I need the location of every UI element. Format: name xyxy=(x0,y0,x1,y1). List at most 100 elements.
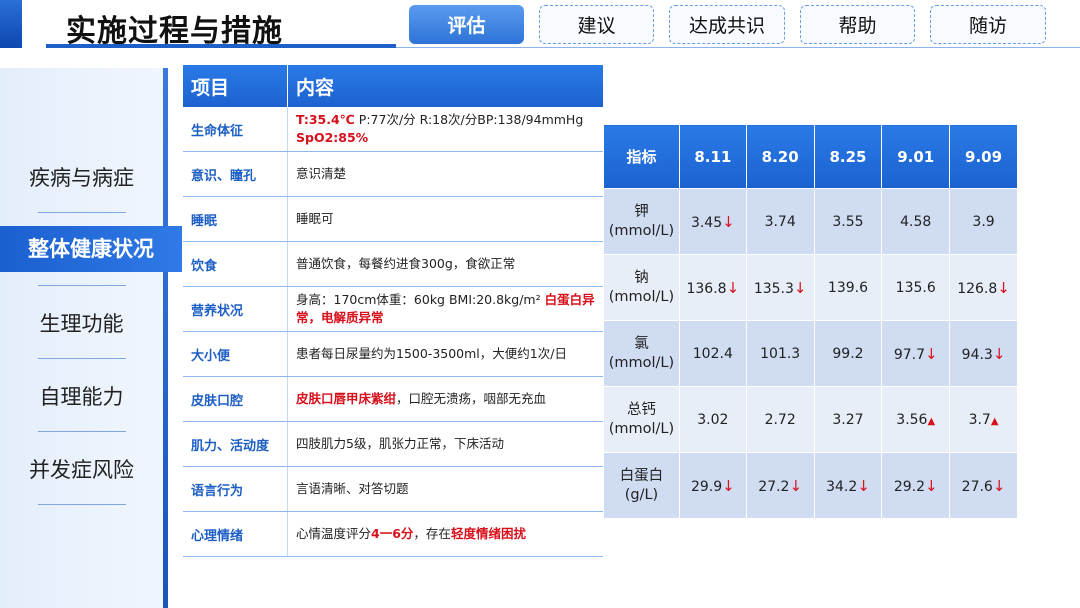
tab-help[interactable]: 帮助 xyxy=(800,5,915,44)
arrow-down-icon: ↓ xyxy=(997,278,1010,297)
lab-value: 99.2 xyxy=(832,345,864,362)
sidebar-divider xyxy=(38,358,126,359)
arrow-down-icon: ↓ xyxy=(992,476,1006,495)
row-content-text: 四肢肌力5级，肌张力正常，下床活动 xyxy=(296,435,504,453)
lab-value: 27.2 xyxy=(758,478,790,495)
lab-value-cell: 29.9↓ xyxy=(678,452,747,519)
sidebar-edge xyxy=(163,68,168,608)
lab-value-cell: 101.3 xyxy=(745,320,815,387)
row-content-text: T:35.4℃ P:77次/分 R:18次/分BP:138/94mmHg SpO… xyxy=(296,111,597,147)
row-content-text: 普通饮食，每餐约进食300g，食欲正常 xyxy=(296,255,515,273)
lab-indicator-name: 钠 xyxy=(634,269,649,286)
lab-value-cell: 27.2↓ xyxy=(745,452,815,519)
normal-text: P:77次/分 R:18次/分BP:138/94mmHg xyxy=(354,112,584,127)
lab-value-cell: 34.2↓ xyxy=(813,452,883,519)
row-content: 四肢肌力5级，肌张力正常，下床活动 xyxy=(288,422,603,466)
row-label: 饮食 xyxy=(183,242,288,286)
lab-value: 3.55 xyxy=(832,213,864,230)
lab-value: 139.6 xyxy=(827,279,869,296)
arrow-down-icon: ↓ xyxy=(925,344,938,363)
lab-value-cell: 94.3↓ xyxy=(949,320,1018,387)
column-header-item: 项目 xyxy=(183,65,288,107)
lab-indicator-name: 钾 xyxy=(634,203,649,220)
tab-consensus[interactable]: 达成共识 xyxy=(669,5,785,44)
arrow-down-icon: ↓ xyxy=(722,476,735,495)
lab-value: 135.3 xyxy=(753,280,794,297)
row-label: 生命体征 xyxy=(183,107,288,151)
table-row: 钾 (mmol/L) 3.45↓ 3.74 3.55 4.58 3.9 xyxy=(603,188,1018,255)
lab-indicator-unit: (mmol/L) xyxy=(608,222,675,239)
row-label: 皮肤口腔 xyxy=(183,377,288,421)
row-content: 睡眠可 xyxy=(288,197,603,241)
arrow-down-icon: ↓ xyxy=(925,476,938,495)
normal-text: 身高：170cm体重：60kg BMI:20.8kg/m² xyxy=(296,292,545,307)
normal-text: 患者每日尿量约为1500-3500ml，大便约1次/日 xyxy=(296,346,567,361)
lab-value-cell: 27.6↓ xyxy=(949,452,1018,519)
lab-value: 27.6 xyxy=(961,478,993,495)
lab-indicator-unit: (g/L) xyxy=(624,486,659,503)
lab-value-cell: 3.02 xyxy=(678,386,747,453)
row-content-text: 睡眠可 xyxy=(296,210,334,228)
row-content-text: 身高：170cm体重：60kg BMI:20.8kg/m² 白蛋白异常，电解质异… xyxy=(296,291,597,327)
abnormal-text: T:35.4℃ xyxy=(296,112,355,127)
tab-suggestion[interactable]: 建议 xyxy=(539,5,654,44)
assessment-table: 项目 内容 生命体征 T:35.4℃ P:77次/分 R:18次/分BP:138/… xyxy=(183,65,603,557)
abnormal-text: SpO2:85% xyxy=(296,130,369,145)
lab-value-cell: 3.9 xyxy=(949,188,1018,255)
sidebar-item-physiology[interactable]: 生理功能 xyxy=(0,308,163,338)
lab-value: 135.6 xyxy=(895,279,936,296)
lab-value-cell: 136.8↓ xyxy=(678,254,747,321)
column-header-date: 8.20 xyxy=(745,124,815,189)
row-content: 身高：170cm体重：60kg BMI:20.8kg/m² 白蛋白异常，电解质异… xyxy=(288,287,603,331)
table-row: 睡眠 睡眠可 xyxy=(183,197,603,242)
lab-value: 126.8 xyxy=(957,280,998,297)
table-row: 饮食 普通饮食，每餐约进食300g，食欲正常 xyxy=(183,242,603,287)
lab-value: 3.56 xyxy=(896,411,928,428)
triangle-up-icon: ▲ xyxy=(927,415,936,427)
column-header-date: 9.01 xyxy=(881,124,951,189)
lab-value-cell: 3.7▲ xyxy=(949,386,1018,453)
lab-value-cell: 3.56▲ xyxy=(881,386,951,453)
arrow-down-icon: ↓ xyxy=(789,476,803,495)
lab-value-cell: 2.72 xyxy=(745,386,815,453)
column-header-date: 9.09 xyxy=(949,124,1018,189)
lab-indicator-cell: 氯 (mmol/L) xyxy=(603,320,680,387)
title-underline xyxy=(46,44,396,48)
tab-followup[interactable]: 随访 xyxy=(930,5,1046,44)
normal-text: 言语清晰、对答切题 xyxy=(296,481,409,496)
column-header-date: 8.11 xyxy=(678,124,747,189)
lab-value-cell: 139.6 xyxy=(813,254,883,321)
row-content-text: 意识清楚 xyxy=(296,165,346,183)
lab-value: 101.3 xyxy=(760,345,801,362)
lab-indicator-unit: (mmol/L) xyxy=(608,288,675,305)
sidebar-item-overall-health[interactable]: 整体健康状况 xyxy=(0,226,182,272)
lab-value: 97.7 xyxy=(893,346,926,363)
sidebar-item-complication-risk[interactable]: 并发症风险 xyxy=(0,454,163,484)
sidebar-item-diseases[interactable]: 疾病与病症 xyxy=(0,162,163,192)
arrow-down-icon: ↓ xyxy=(992,344,1006,363)
table-row: 营养状况 身高：170cm体重：60kg BMI:20.8kg/m² 白蛋白异常，… xyxy=(183,287,603,332)
sidebar xyxy=(0,68,168,608)
table-row: 心理情绪 心情温度评分4一6分，存在轻度情绪困扰 xyxy=(183,512,603,557)
lab-indicator-cell: 白蛋白 (g/L) xyxy=(603,452,680,519)
lab-indicator-unit: (mmol/L) xyxy=(608,354,675,371)
tab-assessment[interactable]: 评估 xyxy=(409,5,524,44)
assessment-table-header: 项目 内容 xyxy=(183,65,603,107)
column-header-content: 内容 xyxy=(296,76,335,99)
table-row: 钠 (mmol/L) 136.8↓ 135.3↓ 139.6 135.6 126.8↓ xyxy=(603,254,1018,321)
lab-indicator-cell: 总钙 (mmol/L) xyxy=(603,386,680,453)
lab-value-cell: 3.27 xyxy=(813,386,883,453)
lab-indicator-cell: 钠 (mmol/L) xyxy=(603,254,680,321)
row-content-text: 心情温度评分4一6分，存在轻度情绪困扰 xyxy=(296,525,526,543)
lab-value: 4.58 xyxy=(900,213,932,230)
abnormal-text: 轻度情绪困扰 xyxy=(450,526,526,541)
row-label: 心理情绪 xyxy=(183,512,288,556)
abnormal-text: 皮肤口唇甲床紫绀 xyxy=(296,391,397,406)
normal-text: 心情温度评分 xyxy=(296,526,372,541)
lab-value: 102.4 xyxy=(692,345,733,362)
normal-text: 普通饮食，每餐约进食300g，食欲正常 xyxy=(296,256,516,271)
row-content: 意识清楚 xyxy=(288,152,603,196)
lab-indicator-name: 白蛋白 xyxy=(619,467,664,484)
sidebar-item-self-care[interactable]: 自理能力 xyxy=(0,381,163,411)
lab-value: 29.2 xyxy=(893,478,926,495)
